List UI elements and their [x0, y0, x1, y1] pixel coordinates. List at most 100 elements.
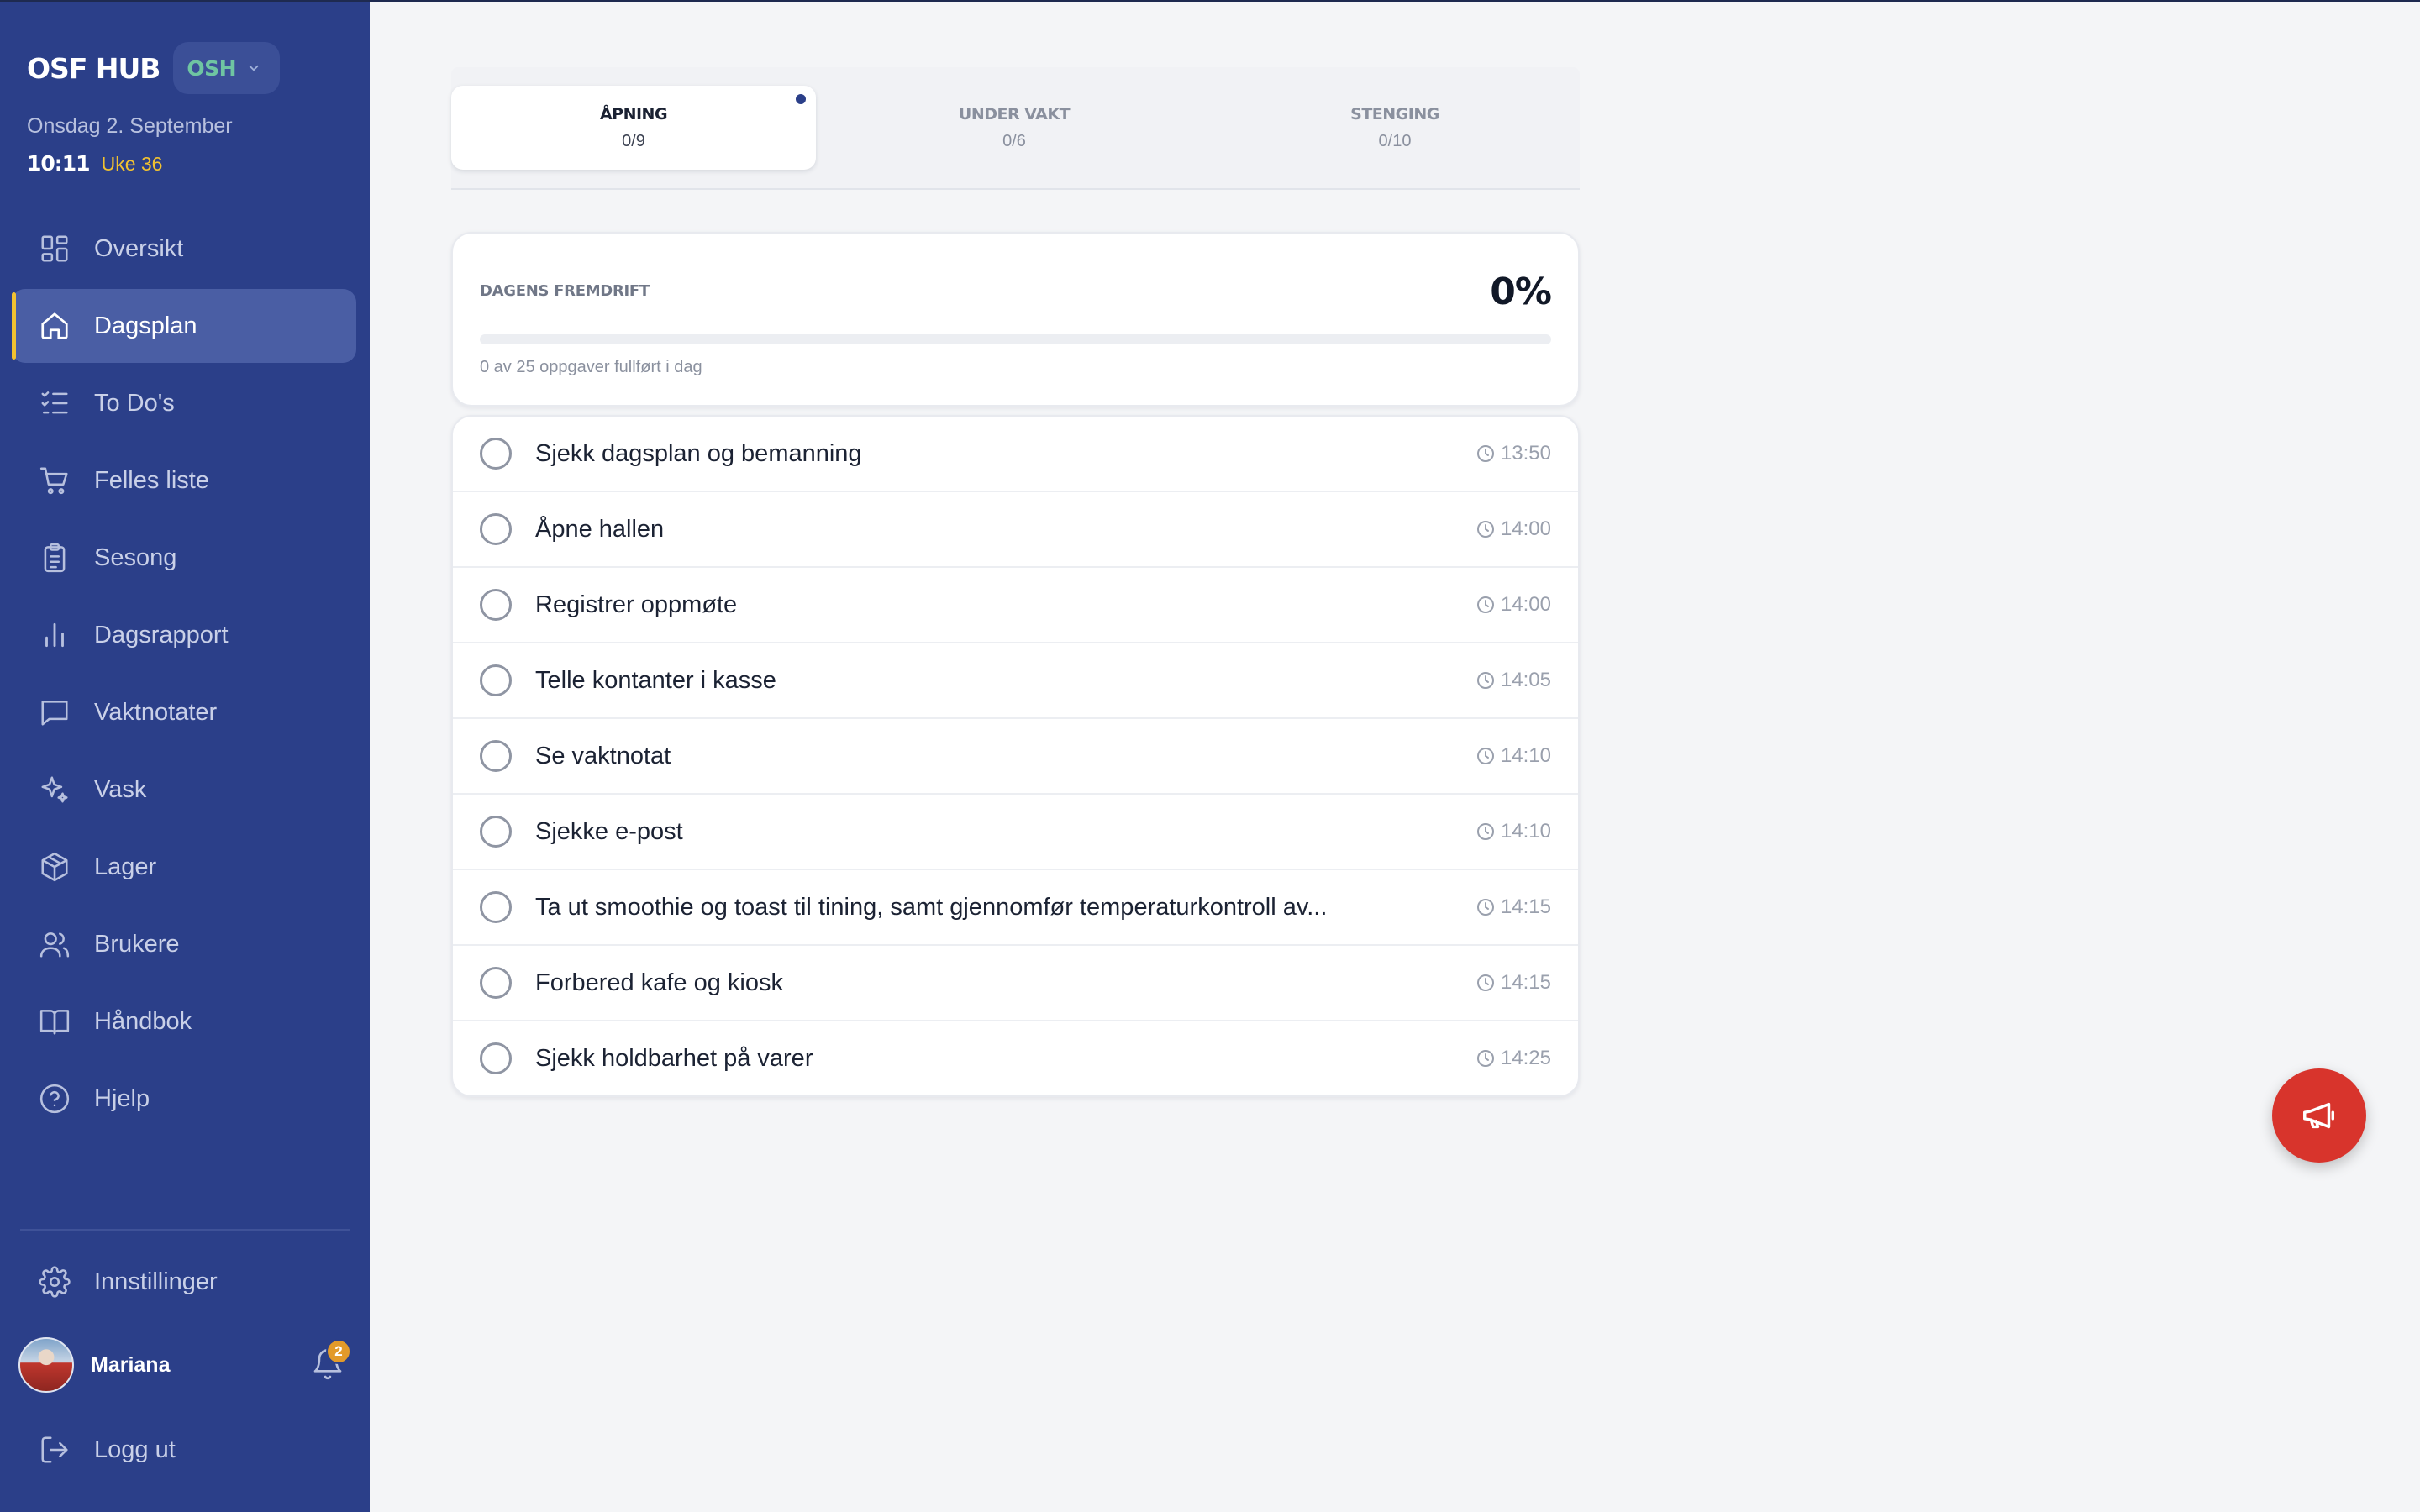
progress-subtitle: 0 av 25 oppgaver fullført i dag [480, 358, 702, 376]
task-checkbox[interactable] [480, 1042, 512, 1074]
clock-icon [1476, 899, 1494, 916]
nav-label: Håndbok [94, 1007, 192, 1035]
announcement-button[interactable] [2272, 1068, 2366, 1163]
nav-item-dagsrapport[interactable]: Dagsrapport [12, 598, 356, 672]
task-time-label: 14:00 [1500, 517, 1551, 540]
box-icon [41, 852, 68, 882]
nav-item-vask[interactable]: Vask [12, 753, 356, 827]
nav-label: Lager [94, 853, 157, 880]
task-row[interactable]: Åpne hallen 14:00 [453, 491, 1578, 566]
sparkles-icon [41, 776, 68, 803]
tab-count: 0/6 [1002, 131, 1026, 150]
main-nav: Oversikt Dagsplan To Do's Felles liste S… [12, 212, 356, 1139]
task-list: Sjekk dagsplan og bemanning 13:50 Åpne hal… [451, 415, 1580, 1097]
task-row[interactable]: Se vaktnotat 14:10 [453, 717, 1578, 793]
nav-item-lager[interactable]: Lager [12, 830, 356, 904]
daily-progress-card: DAGENS FREMDRIFT 0% 0 av 25 oppgaver ful… [451, 232, 1580, 407]
users-icon [39, 932, 70, 958]
current-date: Onsdag 2. September [27, 114, 233, 138]
brand: OSF HUB OSH [27, 42, 281, 94]
tab-count: 0/9 [622, 131, 645, 150]
task-time: 14:25 [1476, 1047, 1551, 1070]
task-time: 14:15 [1476, 895, 1551, 919]
nav-item-dagsplan[interactable]: Dagsplan [12, 289, 356, 363]
avatar [18, 1337, 74, 1393]
time-row: 10:11 Uke 36 [27, 151, 162, 176]
tab-label: UNDER VAKT [958, 104, 1071, 123]
notification-badge: 2 [326, 1339, 351, 1364]
task-checkbox[interactable] [480, 967, 512, 999]
nav-item-sesong[interactable]: Sesong [12, 521, 356, 595]
task-row[interactable]: Sjekk dagsplan og bemanning 13:50 [453, 417, 1578, 491]
task-title: Sjekke e-post [535, 817, 683, 845]
task-row[interactable]: Registrer oppmøte 14:00 [453, 566, 1578, 642]
tab-count: 0/10 [1378, 131, 1412, 150]
user-profile[interactable]: Mariana 2 [18, 1336, 355, 1394]
task-checkbox[interactable] [480, 664, 512, 696]
brand-title: OSF HUB [27, 51, 160, 85]
task-time-label: 14:15 [1500, 971, 1551, 994]
task-row[interactable]: Sjekke e-post 14:10 [453, 793, 1578, 869]
clock-icon [1476, 974, 1494, 991]
task-time: 14:10 [1476, 820, 1551, 843]
active-indicator-dot [796, 94, 806, 104]
grid-icon [41, 235, 68, 262]
task-time: 14:10 [1476, 744, 1551, 768]
logout-button[interactable]: Logg ut [12, 1413, 356, 1487]
home-icon [41, 312, 68, 339]
clock-icon [1476, 672, 1494, 689]
tab-label: STENGING [1350, 104, 1439, 123]
org-code: OSH [187, 55, 237, 81]
org-selector[interactable]: OSH [173, 42, 281, 94]
task-checkbox[interactable] [480, 816, 512, 848]
task-time-label: 14:00 [1500, 593, 1551, 616]
chevron-down-icon [249, 65, 259, 71]
nav-label: Dagsrapport [94, 621, 229, 648]
nav-label: Dagsplan [94, 312, 197, 339]
nav-item-vaktnotater[interactable]: Vaktnotater [12, 675, 356, 749]
message-icon [41, 701, 68, 726]
clipboard-icon [44, 543, 66, 573]
task-checkbox[interactable] [480, 891, 512, 923]
nav-label: Sesong [94, 543, 177, 571]
user-name: Mariana [91, 1352, 171, 1377]
nav-item-brukere[interactable]: Brukere [12, 907, 356, 981]
gear-icon [39, 1266, 71, 1298]
task-checkbox[interactable] [480, 438, 512, 470]
task-time: 14:00 [1476, 517, 1551, 541]
task-row[interactable]: Forbered kafe og kiosk 14:15 [453, 944, 1578, 1020]
help-circle-icon [39, 1084, 70, 1114]
task-row[interactable]: Ta ut smoothie og toast til tining, samt… [453, 869, 1578, 944]
task-checkbox[interactable] [480, 740, 512, 772]
nav-item-innstillinger[interactable]: Innstillinger [12, 1245, 356, 1319]
task-row[interactable]: Telle kontanter i kasse 14:05 [453, 642, 1578, 717]
nav-item-oversikt[interactable]: Oversikt [12, 212, 356, 286]
book-icon [39, 1010, 70, 1035]
task-time: 14:00 [1476, 593, 1551, 617]
task-checkbox[interactable] [480, 589, 512, 621]
tab-label: ÅPNING [599, 104, 668, 123]
progress-percent: 0% [1490, 270, 1552, 313]
clock-icon [1476, 596, 1494, 613]
task-time-label: 14:25 [1500, 1047, 1551, 1069]
task-checkbox[interactable] [480, 513, 512, 545]
progress-bar [480, 334, 1551, 344]
checklist-icon [41, 391, 68, 414]
bar-chart-icon [45, 622, 64, 648]
tab-stenging[interactable]: STENGING 0/10 [1213, 86, 1577, 170]
tab-under-vakt[interactable]: UNDER VAKT 0/6 [832, 86, 1197, 170]
task-title: Forbered kafe og kiosk [535, 969, 783, 996]
megaphone-icon [2303, 1102, 2335, 1129]
settings-section: Innstillinger [12, 1245, 356, 1322]
tab-apning[interactable]: ÅPNING 0/9 [451, 86, 816, 170]
nav-item-hjelp[interactable]: Hjelp [12, 1062, 356, 1136]
nav-item-felles-liste[interactable]: Felles liste [12, 444, 356, 517]
week-number: Uke 36 [101, 153, 163, 175]
task-time-label: 14:05 [1500, 669, 1551, 691]
task-time: 13:50 [1476, 442, 1551, 465]
nav-label: Innstillinger [94, 1268, 218, 1295]
notifications-button[interactable]: 2 [311, 1339, 351, 1384]
task-row[interactable]: Sjekk holdbarhet på varer 14:25 [453, 1020, 1578, 1095]
nav-item-todos[interactable]: To Do's [12, 366, 356, 440]
nav-item-handbok[interactable]: Håndbok [12, 984, 356, 1058]
